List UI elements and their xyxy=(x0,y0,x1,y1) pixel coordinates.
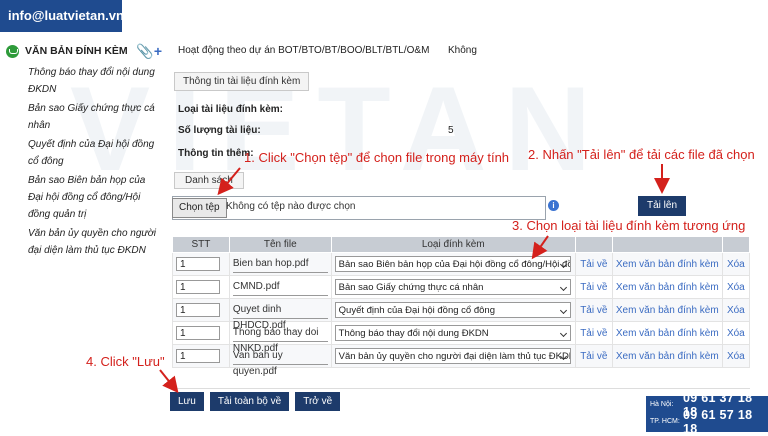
hcm-label: TP. HCM: xyxy=(650,418,680,425)
arrow-step-1 xyxy=(217,167,241,196)
arrow-step-3 xyxy=(531,235,549,260)
hanoi-label: Hà Nội: xyxy=(650,401,674,408)
hotline-box: Hà Nội: 09 61 37 18 18 TP. HCM: 09 61 57… xyxy=(646,391,768,436)
hcm-number[interactable]: 09 61 57 18 18 xyxy=(683,408,768,436)
annotation-arrows xyxy=(159,164,670,394)
arrow-step-4 xyxy=(159,369,179,394)
